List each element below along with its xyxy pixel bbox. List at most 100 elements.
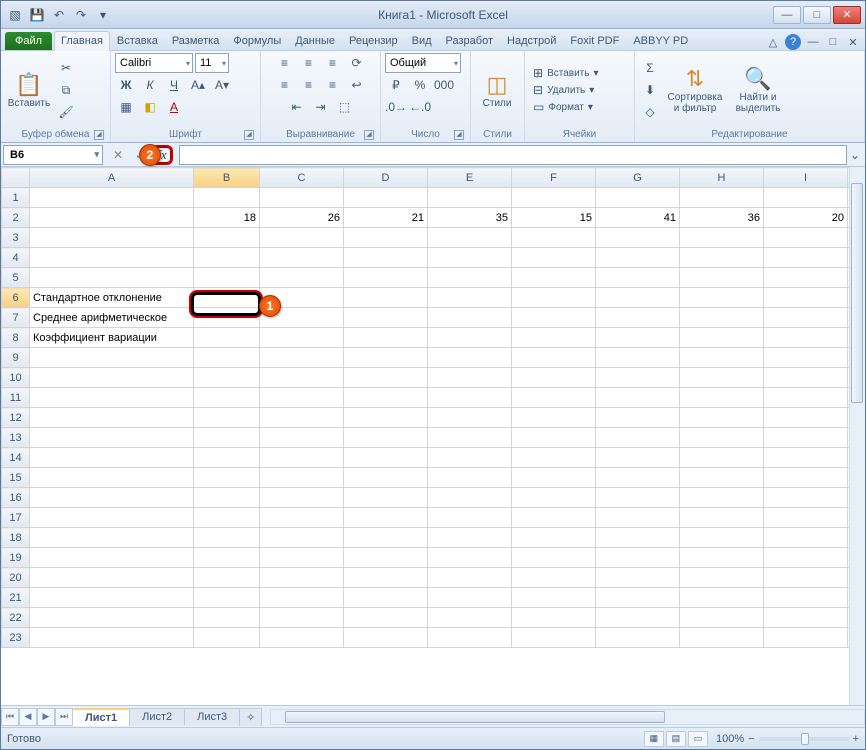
grow-font-button[interactable]: A▴ [187, 75, 209, 95]
col-header-D[interactable]: D [344, 168, 428, 188]
tab-home[interactable]: Главная [54, 31, 110, 51]
horizontal-scrollbar[interactable] [270, 709, 865, 725]
minimize-ribbon-icon[interactable]: △ [765, 34, 781, 50]
number-format-combo[interactable]: Общий [385, 53, 461, 73]
percent-button[interactable]: % [409, 75, 431, 95]
find-select-button[interactable]: 🔍 Найти и выделить [729, 57, 787, 123]
select-all-corner[interactable] [2, 168, 30, 188]
zoom-level[interactable]: 100% [716, 733, 744, 745]
cell-D2[interactable]: 21 [344, 208, 428, 228]
row-header[interactable]: 6 [2, 288, 30, 308]
redo-icon[interactable]: ↷ [71, 5, 91, 25]
cell-A7[interactable]: Среднее арифметическое [30, 308, 194, 328]
hscroll-thumb[interactable] [285, 711, 665, 723]
paste-button[interactable]: 📋 Вставить [5, 57, 53, 123]
row-header[interactable]: 12 [2, 408, 30, 428]
help-icon[interactable]: ? [785, 34, 801, 50]
row-header[interactable]: 2 [2, 208, 30, 228]
cancel-formula-button[interactable]: ✕ [107, 145, 129, 165]
format-cells-button[interactable]: ▭Формат ▾ [529, 99, 630, 115]
currency-button[interactable]: ₽ [385, 75, 407, 95]
row-header[interactable]: 7 [2, 308, 30, 328]
row-header[interactable]: 15 [2, 468, 30, 488]
col-header-C[interactable]: C [260, 168, 344, 188]
wrap-text-button[interactable]: ↩ [346, 75, 368, 95]
row-header[interactable]: 8 [2, 328, 30, 348]
vscroll-thumb[interactable] [851, 183, 863, 403]
row-header[interactable]: 3 [2, 228, 30, 248]
zoom-in-button[interactable]: + [853, 733, 859, 745]
font-color-button[interactable]: A [163, 97, 185, 117]
row-header[interactable]: 22 [2, 608, 30, 628]
styles-button[interactable]: ◫ Стили [475, 57, 519, 123]
row-header[interactable]: 18 [2, 528, 30, 548]
zoom-out-button[interactable]: − [748, 733, 754, 745]
insert-cells-button[interactable]: ⊞Вставить ▾ [529, 65, 630, 81]
tab-review[interactable]: Рецензир [342, 31, 405, 50]
sheet-tab-3[interactable]: Лист3 [184, 708, 240, 725]
formula-input[interactable] [179, 145, 847, 165]
minimize-button[interactable]: — [773, 6, 801, 24]
row-header[interactable]: 13 [2, 428, 30, 448]
shrink-font-button[interactable]: A▾ [211, 75, 233, 95]
cell-H2[interactable]: 36 [680, 208, 764, 228]
row-header[interactable]: 16 [2, 488, 30, 508]
cut-button[interactable]: ✂ [55, 58, 77, 78]
italic-button[interactable]: К [139, 75, 161, 95]
sheet-tab-1[interactable]: Лист1 [72, 708, 130, 726]
row-header[interactable]: 4 [2, 248, 30, 268]
grid-scroll[interactable]: A B C D E F G H I J 1 2 18 26 21 35 [1, 167, 865, 705]
merge-button[interactable]: ⬚ [334, 97, 356, 117]
orientation-button[interactable]: ⟳ [346, 53, 368, 73]
row-header[interactable]: 21 [2, 588, 30, 608]
tab-formulas[interactable]: Формулы [226, 31, 288, 50]
new-sheet-button[interactable]: ✧ [239, 708, 262, 726]
view-layout-button[interactable]: ▤ [666, 731, 686, 747]
increase-indent-button[interactable]: ⇥ [310, 97, 332, 117]
tab-view[interactable]: Вид [405, 31, 439, 50]
font-launcher-icon[interactable]: ◢ [244, 130, 254, 140]
close-button[interactable]: ✕ [833, 6, 861, 24]
doc-restore-icon[interactable]: □ [825, 34, 841, 50]
view-normal-button[interactable]: ▦ [644, 731, 664, 747]
col-header-H[interactable]: H [680, 168, 764, 188]
row-header[interactable]: 19 [2, 548, 30, 568]
row-header[interactable]: 14 [2, 448, 30, 468]
decrease-indent-button[interactable]: ⇤ [286, 97, 308, 117]
comma-button[interactable]: 000 [433, 75, 455, 95]
cell-B6-selected[interactable] [194, 288, 260, 308]
align-middle-button[interactable]: ≡ [298, 53, 320, 73]
tab-data[interactable]: Данные [288, 31, 342, 50]
fill-button[interactable]: ⬇ [639, 80, 661, 100]
number-launcher-icon[interactable]: ◢ [454, 130, 464, 140]
cell-G2[interactable]: 41 [596, 208, 680, 228]
col-header-B[interactable]: B [194, 168, 260, 188]
zoom-slider[interactable] [759, 737, 849, 741]
align-launcher-icon[interactable]: ◢ [364, 130, 374, 140]
cell-B2[interactable]: 18 [194, 208, 260, 228]
font-size-combo[interactable]: 11 [195, 53, 229, 73]
decrease-decimal-button[interactable]: ←.0 [409, 97, 431, 117]
row-header[interactable]: 9 [2, 348, 30, 368]
cell-C2[interactable]: 26 [260, 208, 344, 228]
cell-E2[interactable]: 35 [428, 208, 512, 228]
tab-insert[interactable]: Вставка [110, 31, 165, 50]
cell-I2[interactable]: 20 [764, 208, 848, 228]
font-name-combo[interactable]: Calibri [115, 53, 193, 73]
sheet-nav-first-icon[interactable]: ⏮ [1, 708, 19, 726]
col-header-F[interactable]: F [512, 168, 596, 188]
increase-decimal-button[interactable]: .0→ [385, 97, 407, 117]
tab-abbyy[interactable]: ABBYY PD [626, 31, 695, 50]
cell-A6[interactable]: Стандартное отклонение [30, 288, 194, 308]
row-header[interactable]: 23 [2, 628, 30, 648]
align-right-button[interactable]: ≡ [322, 75, 344, 95]
bold-button[interactable]: Ж [115, 75, 137, 95]
tab-developer[interactable]: Разработ [439, 31, 500, 50]
format-painter-button[interactable]: 🖌 [55, 102, 77, 122]
expand-formula-bar-icon[interactable]: ⌄ [847, 145, 863, 165]
maximize-button[interactable]: □ [803, 6, 831, 24]
border-button[interactable]: ▦ [115, 97, 137, 117]
tab-addins[interactable]: Надстрой [500, 31, 563, 50]
sheet-nav-next-icon[interactable]: ▶ [37, 708, 55, 726]
fill-color-button[interactable]: ◧ [139, 97, 161, 117]
